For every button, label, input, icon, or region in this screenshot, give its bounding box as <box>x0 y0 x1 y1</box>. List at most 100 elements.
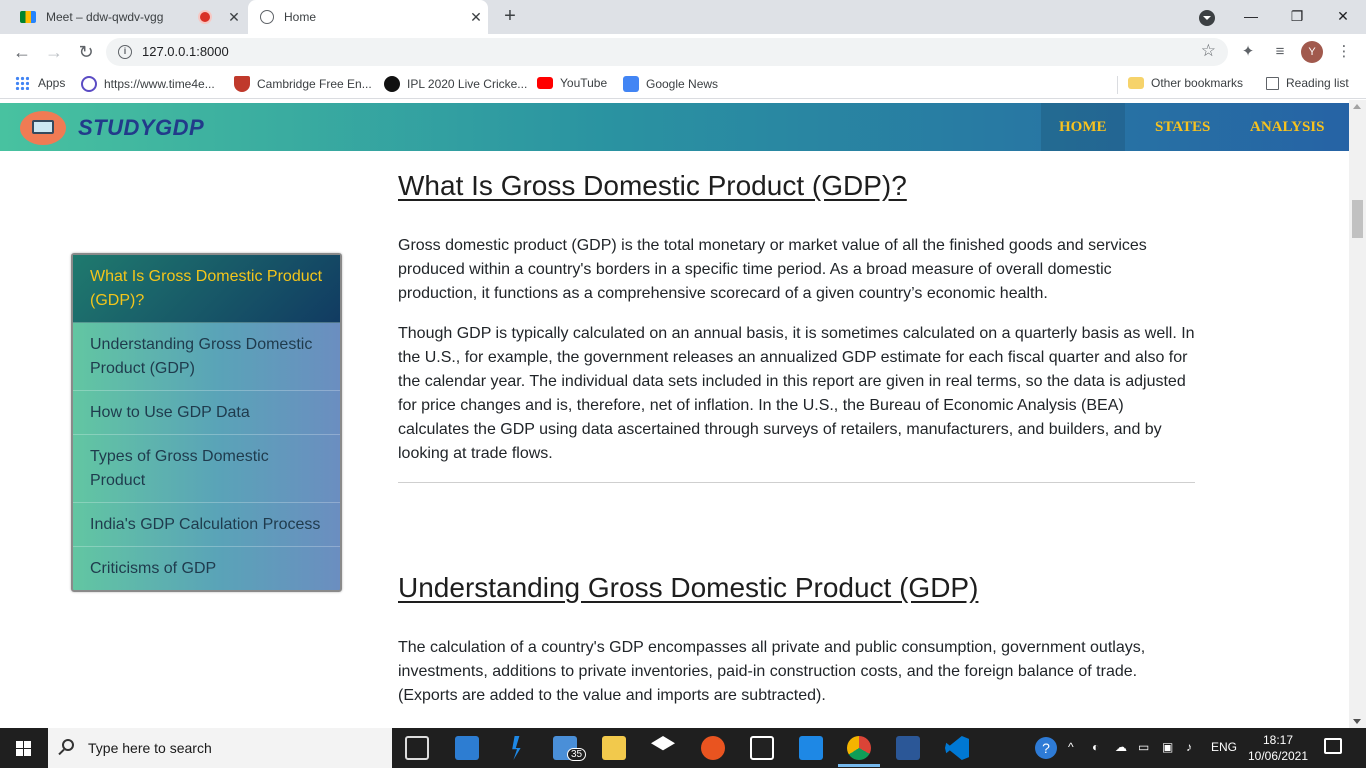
browser-tab-strip: Meet – ddw-qwdv-vgg ✕ Home ✕ + — ❐ ✕ <box>0 0 1366 34</box>
reload-icon[interactable]: ↻ <box>74 40 98 64</box>
tray-chevron-up-icon[interactable]: ^ <box>1068 740 1074 754</box>
bookmarks-bar: Apps https://www.time4e... Cambridge Fre… <box>0 70 1366 99</box>
bookmark-label: https://www.time4e... <box>104 77 215 91</box>
globe-icon <box>260 10 274 24</box>
url-text[interactable]: 127.0.0.1:8000 <box>142 44 229 59</box>
browser-toolbar: ← → ↻ i 127.0.0.1:8000 ☆ ✦ ≡ Y ⋮ <box>0 34 1366 70</box>
forward-arrow-icon[interactable]: → <box>42 40 66 64</box>
nav-analysis[interactable]: ANALYSIS <box>1232 103 1342 151</box>
logo-laptop-icon[interactable] <box>20 111 66 145</box>
bookmark-apps[interactable]: Apps <box>15 76 65 90</box>
bookmark-label: YouTube <box>560 76 608 90</box>
table-of-contents: What Is Gross Domestic Product (GDP)? Un… <box>71 253 342 592</box>
chrome-icon[interactable] <box>847 736 871 760</box>
battery-icon[interactable]: ▭ <box>1138 740 1149 754</box>
bookmark-label: Other bookmarks <box>1151 76 1244 90</box>
bookmark-ipl[interactable]: IPL 2020 Live Cricke... <box>384 76 527 92</box>
active-app-indicator <box>838 764 880 767</box>
profile-avatar[interactable]: Y <box>1301 41 1323 63</box>
restore-icon[interactable]: ❐ <box>1274 0 1320 34</box>
word-icon[interactable] <box>896 736 920 760</box>
notifications-icon[interactable] <box>1324 738 1342 754</box>
scrollbar-thumb[interactable] <box>1352 200 1363 238</box>
bookmark-other[interactable]: Other bookmarks <box>1128 76 1243 90</box>
menu-kebab-icon[interactable]: ⋮ <box>1334 42 1354 62</box>
time4e-icon <box>81 76 97 92</box>
toc-item-what-is-gdp[interactable]: What Is Gross Domestic Product (GDP)? <box>73 255 340 323</box>
paragraph: Though GDP is typically calculated on an… <box>398 325 1195 462</box>
vpn-lightning-icon[interactable] <box>512 736 521 760</box>
file-explorer-icon[interactable] <box>602 736 626 760</box>
bookmark-reading-list[interactable]: Reading list <box>1266 76 1349 90</box>
close-tab-icon[interactable]: ✕ <box>464 9 488 26</box>
nav-states[interactable]: STATES <box>1137 103 1228 151</box>
windows-taskbar: Type here to search 35 ? ^ ◐ ☁ ▭ ▣ ♪ ENG… <box>0 728 1366 768</box>
wps-writer-icon[interactable] <box>799 736 823 760</box>
volume-icon[interactable]: ♪ <box>1186 740 1192 754</box>
tab-title: Meet – ddw-qwdv-vgg <box>46 10 164 24</box>
toc-item-india-calculation[interactable]: India's GDP Calculation Process <box>73 503 340 547</box>
bookmark-cambridge[interactable]: Cambridge Free En... <box>234 76 372 92</box>
help-icon[interactable]: ? <box>1035 737 1057 759</box>
address-bar[interactable]: i 127.0.0.1:8000 ☆ <box>106 38 1228 66</box>
nav-home[interactable]: HOME <box>1041 103 1125 151</box>
tab-meet[interactable]: Meet – ddw-qwdv-vgg ✕ <box>8 0 246 34</box>
bookmark-label: Apps <box>38 76 66 90</box>
back-arrow-icon[interactable]: ← <box>10 40 34 64</box>
toc-item-how-to-use[interactable]: How to Use GDP Data <box>73 391 340 435</box>
tab-search-icon[interactable] <box>1199 10 1215 26</box>
bookmark-google-news[interactable]: Google News <box>623 76 718 92</box>
cambridge-shield-icon <box>234 76 250 92</box>
scroll-down-icon[interactable] <box>1353 719 1361 724</box>
bookmark-time4e[interactable]: https://www.time4e... <box>81 76 215 92</box>
bookmark-label: IPL 2020 Live Cricke... <box>407 77 528 91</box>
language-indicator[interactable]: ENG <box>1211 740 1237 754</box>
terminal-app-icon[interactable] <box>750 736 774 760</box>
toc-item-criticisms[interactable]: Criticisms of GDP <box>73 547 340 590</box>
new-tab-button[interactable]: + <box>500 5 520 27</box>
clock-time: 18:17 <box>1262 733 1294 747</box>
cloud-sync-icon[interactable]: ☁ <box>1115 740 1127 754</box>
windows-start-icon[interactable] <box>0 728 48 768</box>
toc-item-understanding-gdp[interactable]: Understanding Gross Domestic Product (GD… <box>73 323 340 391</box>
mail-icon[interactable]: 35 <box>553 736 587 761</box>
store-icon[interactable] <box>455 736 479 760</box>
vscode-icon[interactable] <box>945 736 969 760</box>
network-icon[interactable]: ▣ <box>1162 740 1173 754</box>
scroll-up-icon[interactable] <box>1353 104 1361 109</box>
taskbar-search-box[interactable]: Type here to search <box>48 728 392 768</box>
ubuntu-icon[interactable] <box>701 736 725 760</box>
toc-item-types-of-gdp[interactable]: Types of Gross Domestic Product <box>73 435 340 503</box>
site-navbar: STUDYGDP HOME STATES ANALYSIS <box>0 103 1349 151</box>
media-control-icon[interactable]: ≡ <box>1270 42 1290 62</box>
reading-list-icon <box>1266 76 1279 90</box>
bookmark-star-icon[interactable]: ☆ <box>1201 41 1216 61</box>
mail-badge: 35 <box>567 748 587 761</box>
google-news-icon <box>623 76 639 92</box>
google-meet-icon <box>20 11 36 23</box>
task-view-icon[interactable] <box>405 736 429 760</box>
bookmark-label: Reading list <box>1286 76 1349 90</box>
bookmark-label: Cambridge Free En... <box>257 77 372 91</box>
page-scrollbar[interactable] <box>1349 100 1366 728</box>
tab-title: Home <box>284 10 317 24</box>
search-icon <box>62 739 74 751</box>
tab-home[interactable]: Home ✕ <box>248 0 488 34</box>
site-logo[interactable]: STUDYGDP <box>78 115 204 141</box>
folder-icon <box>1128 77 1144 89</box>
site-info-icon[interactable]: i <box>118 45 132 59</box>
bookmark-youtube[interactable]: YouTube <box>537 76 607 90</box>
minimize-icon[interactable]: — <box>1228 0 1274 34</box>
close-window-icon[interactable]: ✕ <box>1320 0 1366 34</box>
close-tab-icon[interactable]: ✕ <box>222 9 246 26</box>
youtube-icon <box>537 77 553 89</box>
dropbox-icon[interactable] <box>651 736 675 751</box>
paragraph: The calculation of a country's GDP encom… <box>398 639 1146 704</box>
extensions-icon[interactable]: ✦ <box>1238 42 1258 62</box>
bookmark-label: Google News <box>646 77 719 91</box>
apps-grid-icon <box>15 76 29 90</box>
section-heading: Understanding Gross Domestic Product (GD… <box>398 572 979 603</box>
recording-icon <box>200 12 210 22</box>
meet-now-icon[interactable]: ◐ <box>1092 740 1099 754</box>
system-clock[interactable]: 18:17 10/06/2021 <box>1243 732 1313 764</box>
